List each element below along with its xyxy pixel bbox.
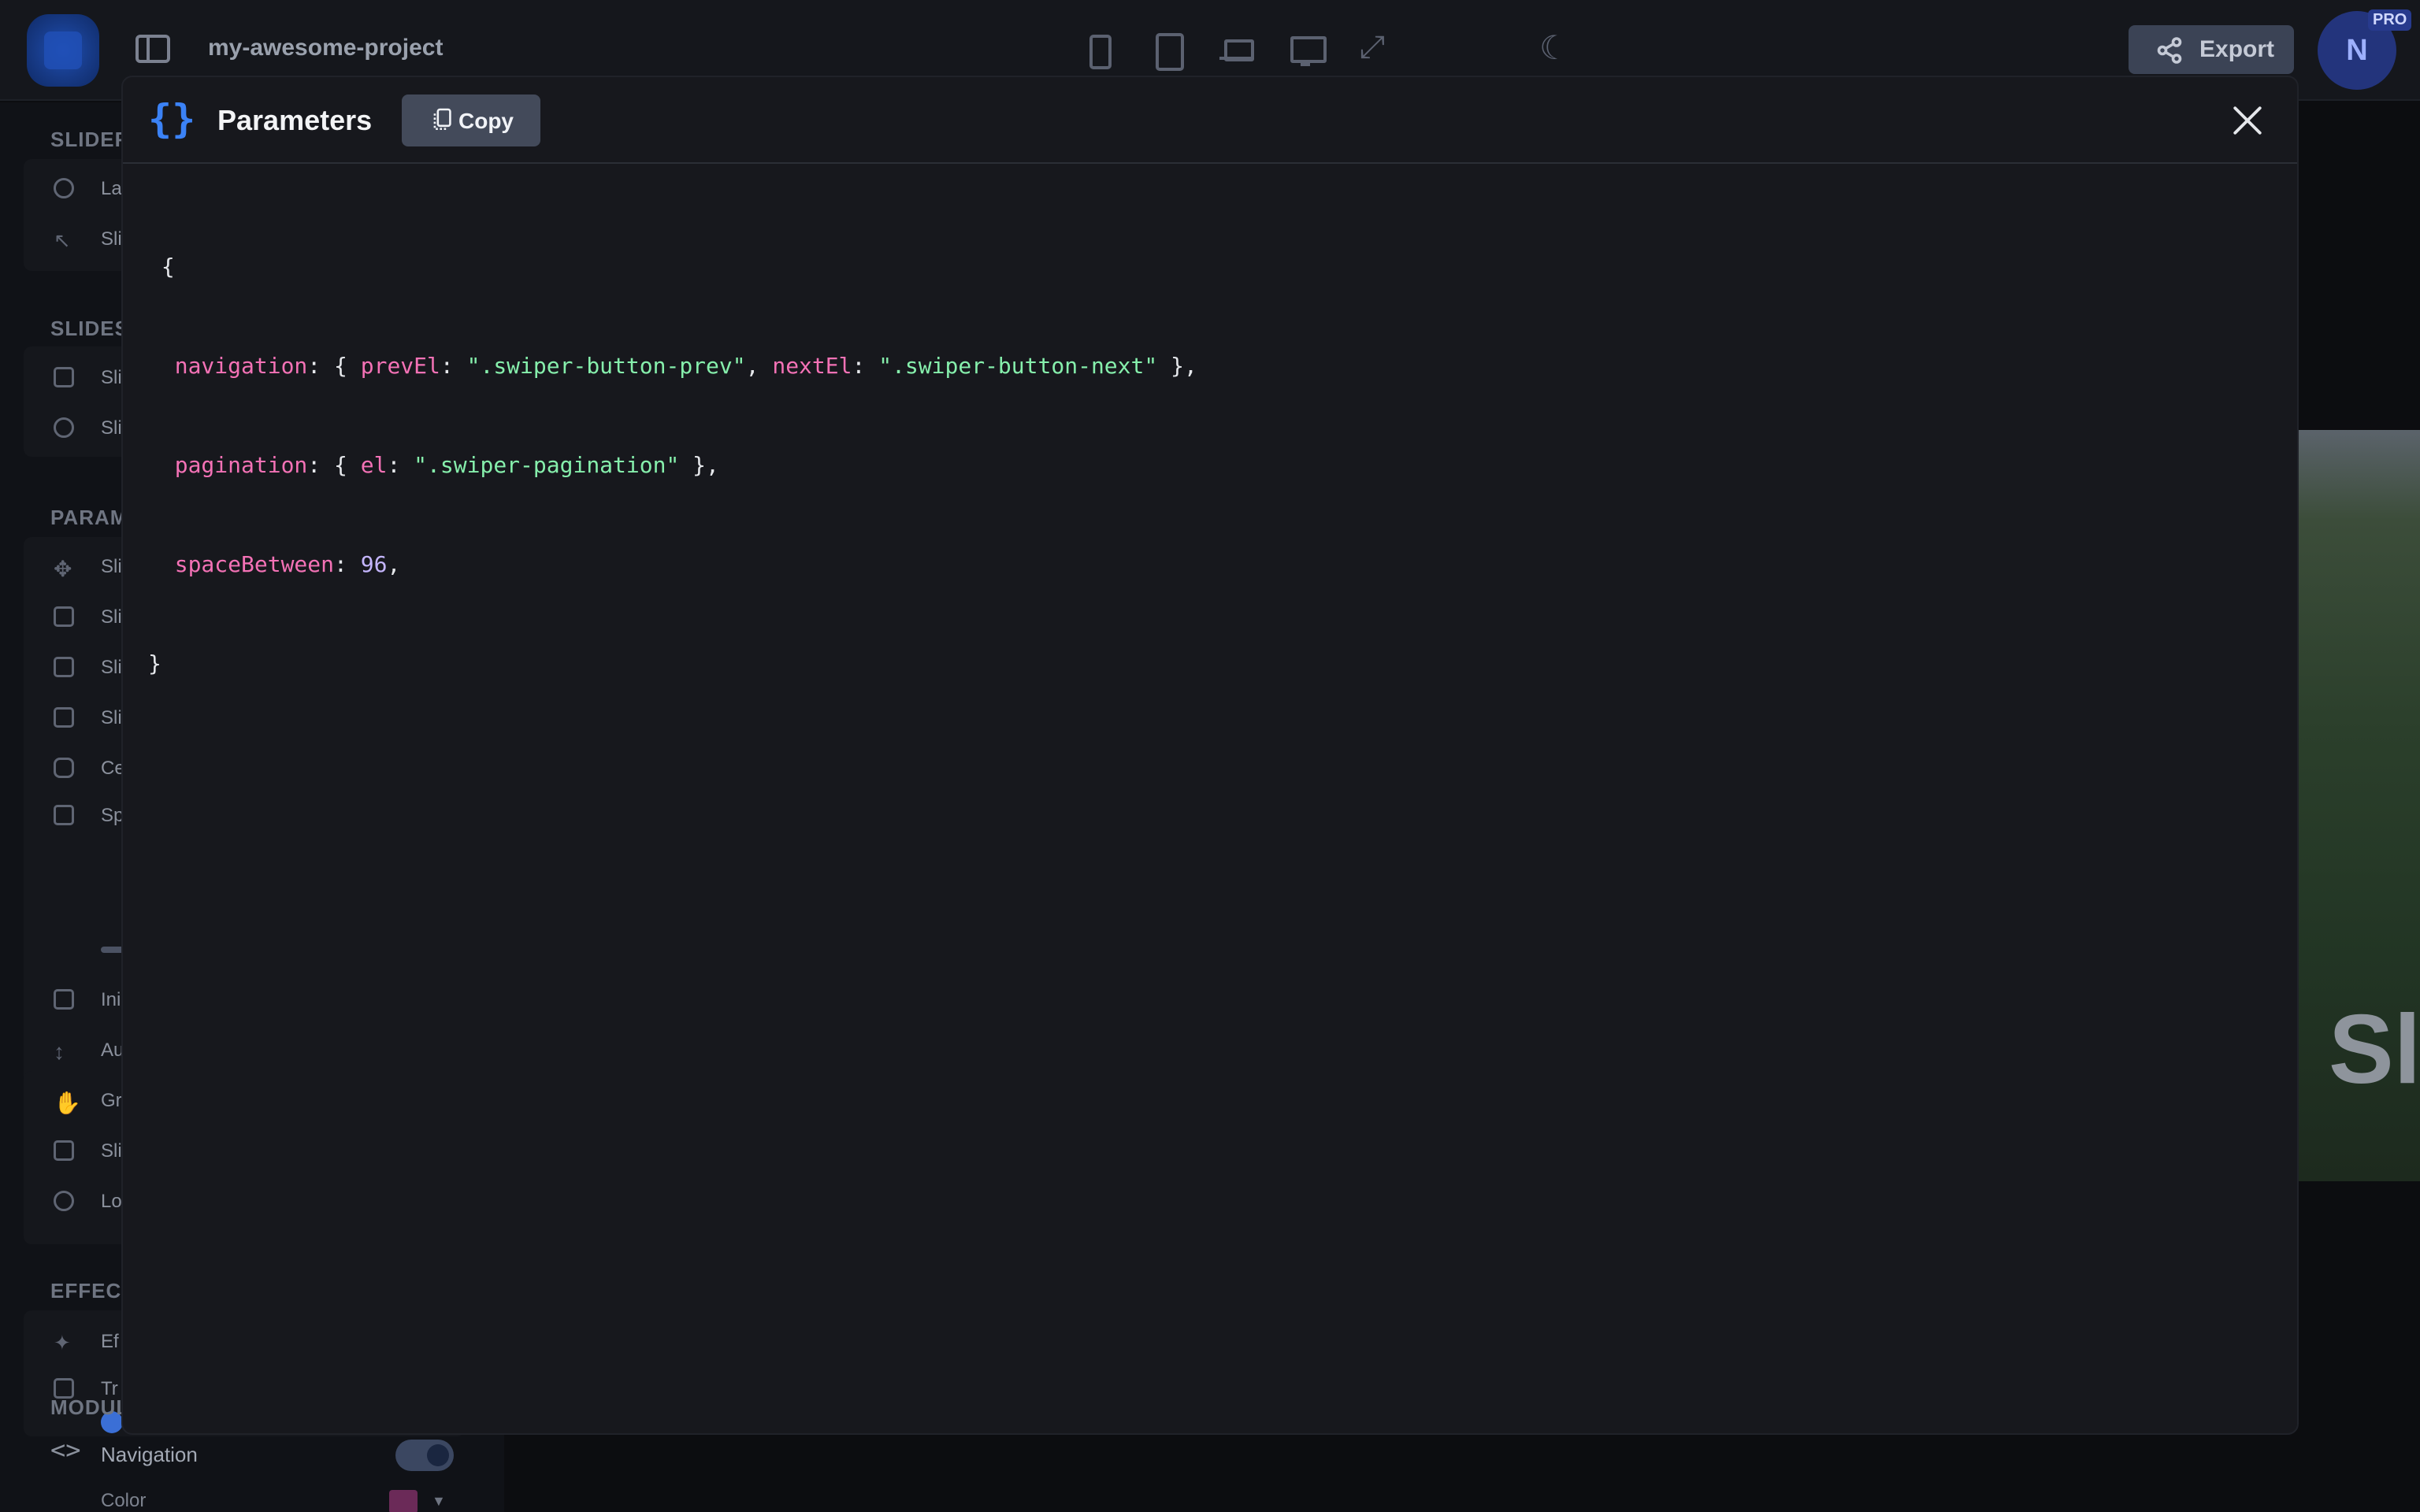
sidebar-row-label[interactable]: Sp — [101, 805, 124, 827]
dark-mode-icon[interactable] — [1535, 28, 1571, 68]
code-string: ".swiper-button-prev" — [466, 353, 746, 379]
navigation-label: Navigation — [101, 1443, 198, 1466]
slide-to-clicked-icon — [54, 1140, 74, 1161]
section-heading-modules: MODUL — [50, 1395, 130, 1419]
fullscreen-icon[interactable] — [1357, 30, 1393, 68]
centered-icon — [54, 758, 74, 778]
initial-slide-icon — [54, 989, 74, 1010]
app-logo[interactable] — [27, 14, 99, 87]
color-label: Color — [101, 1490, 147, 1511]
images-icon — [54, 367, 74, 387]
sidebar-row-label[interactable]: Lo — [101, 1191, 122, 1213]
magic-wand-icon: ✦ — [54, 1331, 71, 1354]
code-token: } — [148, 650, 161, 676]
copy-label: Copy — [458, 109, 514, 133]
color-swatch[interactable] — [389, 1490, 418, 1512]
copy-icon — [433, 108, 451, 130]
code-key: navigation — [174, 353, 308, 379]
export-button[interactable]: Export — [2129, 25, 2294, 74]
desktop-view-icon[interactable] — [1287, 32, 1327, 68]
parameters-modal: {} Parameters Copy { navigation: { prevE… — [121, 76, 2299, 1435]
sidebar-row-label[interactable]: Sli — [101, 1140, 122, 1162]
sidebar-row-label[interactable]: Sli — [101, 228, 122, 250]
export-label: Export — [2199, 36, 2275, 62]
tablet-view-icon[interactable] — [1149, 32, 1185, 71]
code-key: el — [360, 452, 388, 478]
code-line: pagination: { el: ".swiper-pagination" }… — [174, 452, 719, 478]
share-icon — [2157, 37, 2182, 64]
code-line: } — [148, 647, 1197, 680]
space-between-icon — [54, 805, 74, 825]
section-heading-slides: SLIDES — [50, 317, 129, 340]
code-string: ".swiper-button-next" — [878, 353, 1158, 379]
sidebar-toggle-icon[interactable] — [135, 35, 170, 63]
sidebar-row-label[interactable]: Sli — [101, 367, 122, 389]
sidebar-row-label[interactable]: Ini — [101, 989, 121, 1011]
sidebar-row-label[interactable]: Au — [101, 1040, 124, 1062]
code-icon: <> — [50, 1435, 81, 1465]
copy-button[interactable]: Copy — [402, 94, 540, 146]
slides-per-group-icon — [54, 657, 74, 677]
sidebar-row-label[interactable]: Sli — [101, 417, 122, 439]
sidebar-row-label[interactable]: La — [101, 178, 122, 200]
edit-icon — [54, 417, 74, 438]
code-string: ".swiper-pagination" — [414, 452, 680, 478]
laptop-view-icon[interactable] — [1218, 32, 1254, 68]
grab-hand-icon: ✋ — [54, 1091, 81, 1115]
move-icon: ✥ — [54, 557, 72, 581]
section-heading-parameters: PARAM — [50, 506, 128, 529]
braces-icon: {} — [148, 96, 196, 142]
mobile-view-icon[interactable] — [1079, 32, 1115, 69]
auto-height-icon: ↕ — [54, 1040, 65, 1064]
sidebar-row-label[interactable]: Gr — [101, 1090, 122, 1112]
code-line: spaceBetween: 96, — [174, 551, 401, 577]
code-key: pagination — [174, 452, 308, 478]
modal-header: {} Parameters Copy — [123, 77, 2297, 164]
navigation-toggle[interactable] — [395, 1440, 454, 1471]
code-key: prevEl — [360, 353, 440, 379]
code-key: spaceBetween — [174, 551, 335, 577]
code-line: { — [148, 250, 1197, 284]
parameters-code: { navigation: { prevEl: ".swiper-button-… — [148, 184, 1197, 747]
sidebar-row-label[interactable]: Sli — [101, 606, 122, 628]
globe-icon — [54, 178, 74, 198]
code-token: { — [161, 254, 175, 280]
project-name[interactable]: my-awesome-project — [208, 35, 443, 61]
navigation-module-row[interactable]: <> Navigation — [47, 1435, 457, 1474]
pro-badge: PRO — [2368, 9, 2412, 31]
sidebar-row-label[interactable]: Ef — [101, 1331, 119, 1353]
rows-icon — [54, 707, 74, 728]
sidebar-row-label[interactable]: Sli — [101, 556, 122, 578]
modal-title: Parameters — [217, 104, 373, 136]
sidebar-row-label[interactable]: Sli — [101, 657, 122, 679]
resize-icon: ↖ — [54, 228, 71, 252]
code-number: 96 — [360, 551, 388, 577]
close-icon[interactable] — [2231, 104, 2264, 137]
code-line: navigation: { prevEl: ".swiper-button-pr… — [174, 353, 1197, 379]
sidebar-row-label[interactable]: Sli — [101, 707, 122, 729]
section-heading-slider: SLIDER — [50, 128, 131, 151]
chevron-down-icon[interactable]: ▼ — [432, 1493, 446, 1510]
loop-icon — [54, 1191, 74, 1211]
code-key: nextEl — [772, 353, 852, 379]
slide-preview-text: Sl — [2329, 995, 2420, 1104]
columns-icon — [54, 606, 74, 627]
